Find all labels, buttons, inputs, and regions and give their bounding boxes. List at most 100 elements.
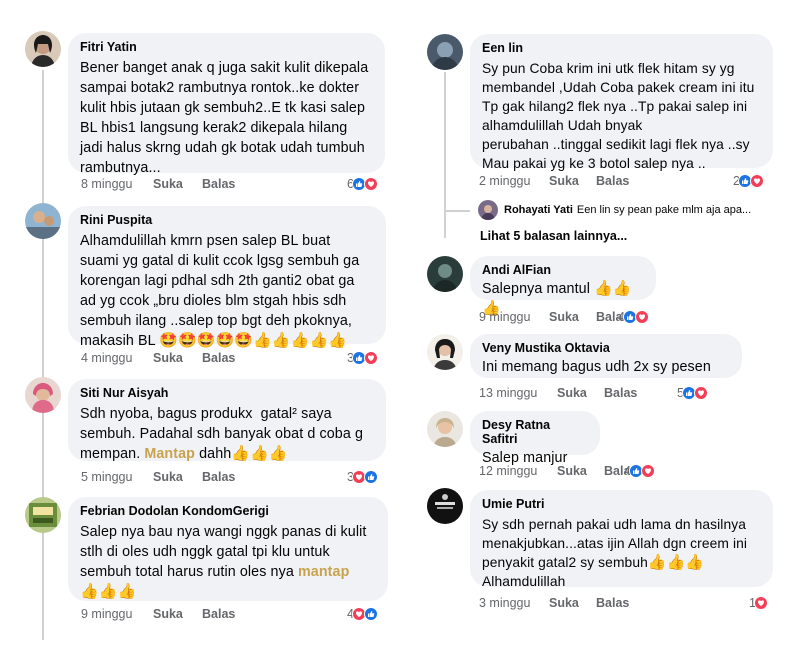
reply-button[interactable]: Balas [202,605,235,623]
like-button[interactable]: Suka [153,605,183,623]
love-reaction-icon [640,464,655,478]
comment-text: Salep nya bau nya wangi nggk panas di ku… [80,522,376,602]
avatar[interactable] [25,203,61,239]
comment-actions: 12 minggu Suka Balas [479,462,637,480]
comment-actions: 2 minggu Suka Balas [479,172,629,190]
comment-time[interactable]: 4 minggu [81,349,132,367]
avatar[interactable] [427,256,463,292]
comment-actions: 9 minggu Suka Balas [81,605,235,623]
comment-text: Sy sdh pernah pakai udh lama dn hasilnya… [482,515,761,591]
comment-actions: 9 minggu Suka Balas [479,308,629,326]
reply-author[interactable]: Rohayati Yati [504,204,573,216]
reply-thread-line [444,72,446,238]
comment-time[interactable]: 5 minggu [81,468,132,486]
comment-time[interactable]: 13 minggu [479,384,537,402]
commenter-name[interactable]: Andi AlFian [482,263,644,277]
highlighted-keyword[interactable]: mantap [298,564,349,580]
comment-bubble: Veny Mustika Oktavia Ini memang bagus ud… [470,334,742,378]
love-reaction-icon [363,351,378,365]
like-button[interactable]: Suka [153,175,183,193]
reply-avatar[interactable] [478,200,498,220]
comment-time[interactable]: 8 minggu [81,175,132,193]
reaction-count[interactable]: 4 [618,308,649,326]
comment-bubble: Fitri Yatin Bener banget anak q juga sak… [68,33,385,176]
comment-actions: 13 minggu Suka Balas [479,384,637,402]
commenter-name[interactable]: Desy Ratna Safitri [482,418,588,446]
comment-bubble: Febrian Dodolan KondomGerigi Salep nya b… [68,497,388,601]
reaction-count[interactable]: 4 [347,605,378,623]
comment-bubble: Rini Puspita Alhamdulillah kmrn psen sal… [68,206,386,349]
reply-text: Een lin sy pean pake mlm aja apa... [576,204,752,216]
like-button[interactable]: Suka [549,594,579,612]
avatar[interactable] [427,411,463,447]
comment-time[interactable]: 3 minggu [479,594,530,612]
comment-time[interactable]: 12 minggu [479,462,537,480]
avatar[interactable] [427,488,463,524]
reaction-count[interactable]: 4 [624,462,655,480]
thread-divider [42,70,44,640]
avatar[interactable] [427,34,463,70]
reply-button[interactable]: Balas [202,468,235,486]
comment-bubble: Desy Ratna Safitri Salep manjur [470,411,600,466]
reply-button[interactable]: Balas [202,175,235,193]
view-more-replies-link[interactable]: Lihat 5 balasan lainnya... [480,229,627,243]
comment-actions: 5 minggu Suka Balas [81,468,235,486]
reply-button[interactable]: Balas [596,594,629,612]
comment-bubble: Een lin Sy pun Coba krim ini utk flek hi… [470,34,773,171]
reply-button[interactable]: Balas [596,172,629,190]
emoji-sequence: 👍👍👍 [80,583,137,600]
comment-body: Sy sdh pernah pakai udh lama dn hasilnya… [482,517,748,570]
reaction-count[interactable]: 3 [347,349,378,367]
like-button[interactable]: Suka [557,384,587,402]
like-reaction-icon [363,470,378,484]
reply-button[interactable]: Balas [604,384,637,402]
avatar[interactable] [25,31,61,67]
like-button[interactable]: Suka [153,468,183,486]
love-reaction-icon [749,174,764,188]
commenter-name[interactable]: Febrian Dodolan KondomGerigi [80,504,376,518]
comment-text: Alhamdulillah kmrn psen salep BL buat su… [80,231,374,351]
comment-actions: 4 minggu Suka Balas [81,349,235,367]
comment-text: Sdh nyoba, bagus produkx gatal² saya sem… [80,404,374,464]
reaction-count[interactable]: 5 [677,384,708,402]
commenter-name[interactable]: Fitri Yatin [80,40,373,54]
comment-time[interactable]: 9 minggu [479,308,530,326]
comment-body-end: dahh [195,446,232,462]
comment-text: Ini memang bagus udh 2x sy pesen [482,359,711,375]
comment-time[interactable]: 9 minggu [81,605,132,623]
love-reaction-icon [634,310,649,324]
comment-bubble: Umie Putri Sy sdh pernah pakai udh lama … [470,490,773,589]
reaction-count[interactable]: 6 [347,175,378,193]
comment-time[interactable]: 2 minggu [479,172,530,190]
commenter-name[interactable]: Umie Putri [482,497,761,511]
reply-button[interactable]: Balas [202,349,235,367]
emoji-sequence: 👍👍👍 [647,554,705,571]
like-button[interactable]: Suka [557,462,587,480]
highlighted-keyword[interactable]: Mantap [144,446,195,462]
emoji-sequence: 🤩🤩🤩🤩🤩👍👍👍👍👍 [159,332,348,349]
sub-reply-rohayati[interactable]: Rohayati Yati Een lin sy pean pake mlm a… [478,200,751,220]
comment-text: Sy pun Coba krim ini utk flek hitam sy y… [482,61,755,171]
commenter-name[interactable]: Rini Puspita [80,213,374,227]
avatar[interactable] [25,497,61,533]
like-reaction-icon [363,607,378,621]
reaction-count[interactable]: 1 [749,594,768,612]
commenter-name[interactable]: Een lin [482,41,761,55]
love-reaction-icon [363,177,378,191]
like-button[interactable]: Suka [549,172,579,190]
comment-text: Bener banget anak q juga sakit kulit dik… [80,60,369,176]
commenter-name[interactable]: Veny Mustika Oktavia [482,341,730,355]
comment-actions: 8 minggu Suka Balas [81,175,235,193]
love-reaction-icon [693,386,708,400]
commenter-name[interactable]: Siti Nur Aisyah [80,386,374,400]
comment-bubble: Andi AlFian Salepnya mantul 👍👍👍 [470,256,656,317]
avatar[interactable] [427,334,463,370]
comment-actions: 3 minggu Suka Balas [479,594,629,612]
like-button[interactable]: Suka [549,308,579,326]
reaction-count[interactable]: 2 [733,172,764,190]
like-button[interactable]: Suka [153,349,183,367]
avatar[interactable] [25,377,61,413]
reply-thread-branch [444,210,470,212]
reaction-count[interactable]: 3 [347,468,378,486]
comment-bubble: Siti Nur Aisyah Sdh nyoba, bagus produkx… [68,379,386,464]
